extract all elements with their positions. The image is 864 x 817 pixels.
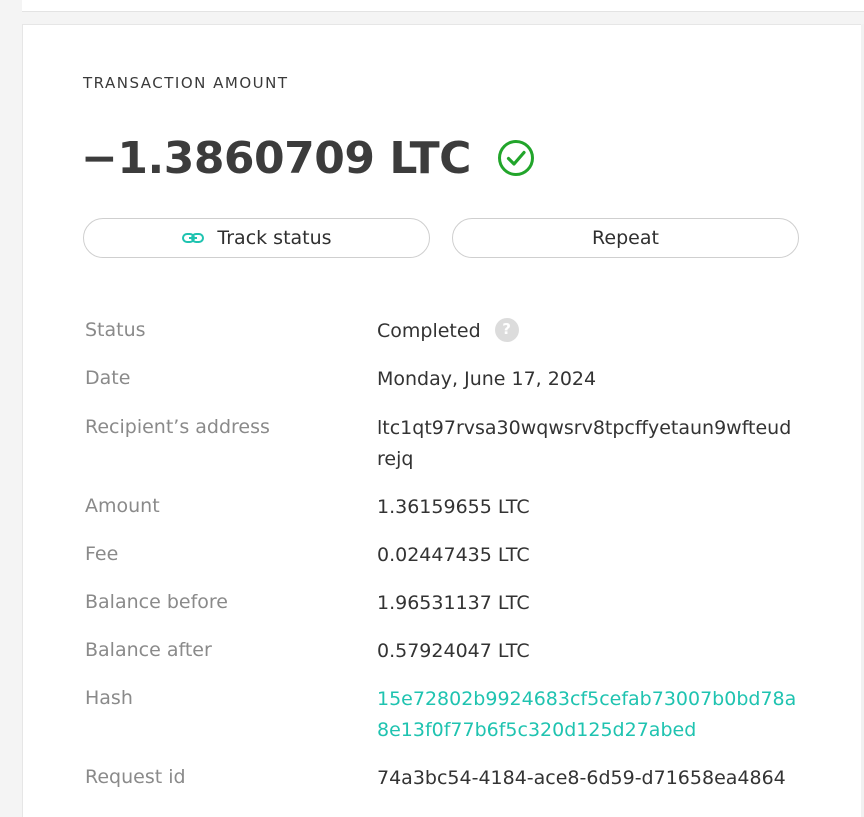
amount-value: 1.36159655 LTC: [377, 496, 530, 518]
top-panel: [22, 0, 864, 12]
hash-link-line1[interactable]: 15e72802b9924683cf5cefab73007b0bd78a: [377, 684, 807, 715]
check-circle-icon: [497, 139, 535, 177]
recipient-address-label: Recipient’s address: [85, 416, 270, 438]
request-id-value: 74a3bc54-4184-ace8-6d59-d71658ea4864: [377, 767, 786, 789]
fee-label: Fee: [85, 543, 119, 565]
hash-label: Hash: [85, 687, 133, 709]
fee-value: 0.02447435 LTC: [377, 544, 530, 566]
request-id-label: Request id: [85, 766, 186, 788]
amount-row: −1.3860709 LTC: [81, 130, 535, 186]
repeat-label: Repeat: [592, 227, 659, 249]
track-status-button[interactable]: Track status: [83, 218, 430, 258]
balance-before-label: Balance before: [85, 591, 228, 613]
repeat-button[interactable]: Repeat: [452, 218, 799, 258]
section-label: TRANSACTION AMOUNT: [83, 74, 289, 92]
help-icon[interactable]: ?: [494, 317, 519, 342]
hash-link-line2[interactable]: 8e13f0f77b6f5c320d125d27abed: [377, 715, 807, 746]
amount-label: Amount: [85, 495, 160, 517]
recipient-address-line1: ltc1qt97rvsa30wqwsrv8tpcffyetaun9wfteud: [377, 417, 792, 439]
status-value-row: Completed?: [377, 316, 807, 347]
date-value: Monday, June 17, 2024: [377, 368, 597, 390]
status-value: Completed: [377, 320, 481, 342]
date-label: Date: [85, 367, 131, 389]
link-icon: [181, 226, 205, 250]
balance-after-value: 0.57924047 LTC: [377, 640, 530, 662]
page: TRANSACTION AMOUNT −1.3860709 LTC Track …: [0, 0, 864, 817]
status-label: Status: [85, 319, 146, 341]
transaction-amount: −1.3860709 LTC: [81, 132, 471, 184]
balance-before-value: 1.96531137 LTC: [377, 592, 530, 614]
balance-after-label: Balance after: [85, 639, 212, 661]
track-status-label: Track status: [217, 227, 332, 249]
recipient-address-line2: rejq: [377, 448, 414, 470]
